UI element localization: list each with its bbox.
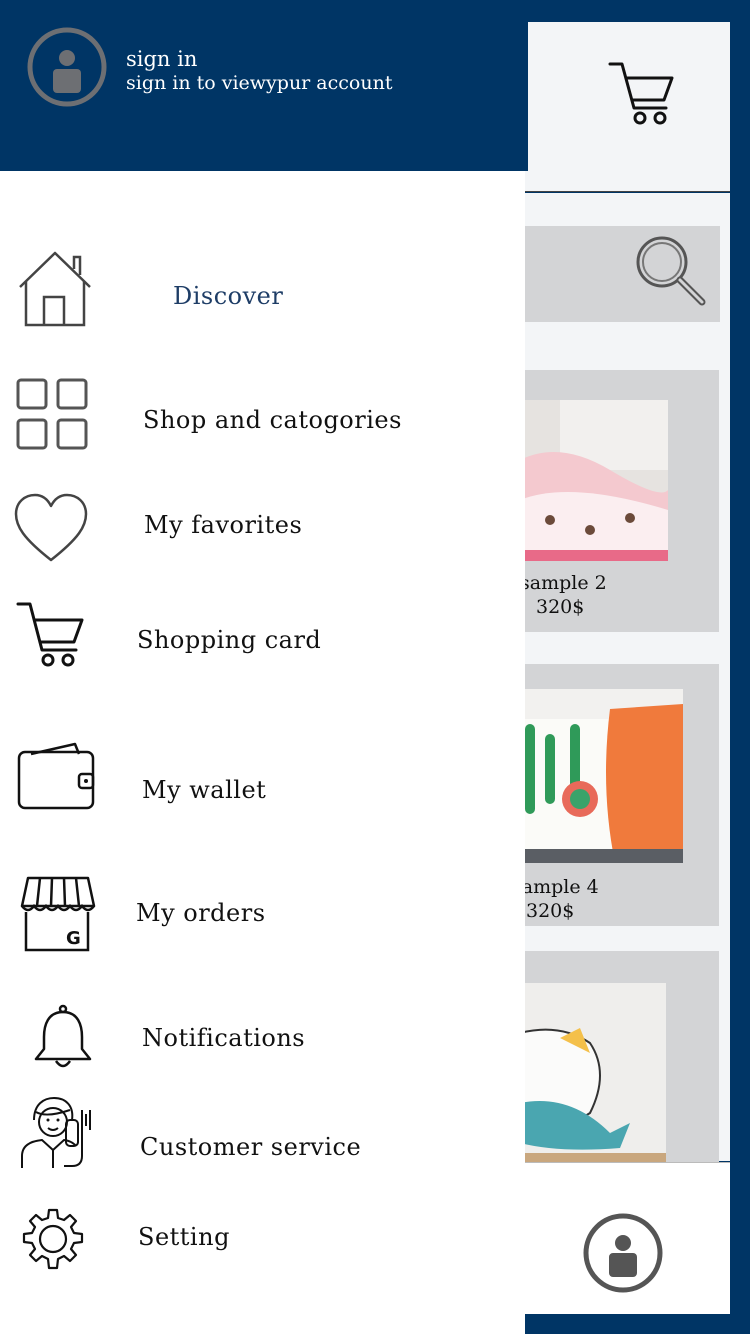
menu-item-favorites[interactable]: My favorites <box>0 488 525 578</box>
heart-icon <box>14 493 88 562</box>
menu-item-notifications[interactable]: Notifications <box>0 1000 525 1090</box>
product-image <box>520 400 668 561</box>
product-name: Product sample 4 <box>520 876 599 898</box>
product-card[interactable]: Product sample 4 320$ <box>520 664 719 926</box>
product-image <box>520 983 666 1162</box>
svg-text:G: G <box>66 928 81 949</box>
product-name: Product sample 2 <box>520 572 607 594</box>
bell-icon <box>34 1004 92 1068</box>
store-icon: G <box>20 876 96 952</box>
product-card[interactable] <box>520 951 719 1162</box>
menu-item-orders[interactable]: G My orders <box>0 874 525 964</box>
cart-icon[interactable] <box>608 60 676 128</box>
gear-icon <box>22 1208 84 1270</box>
menu-item-shop-categories[interactable]: Shop and catogories <box>0 372 525 462</box>
menu-item-wallet[interactable]: My wallet <box>0 738 525 828</box>
product-card[interactable]: Product sample 2 320$ <box>520 370 719 632</box>
menu-item-settings[interactable]: Setting <box>0 1200 525 1290</box>
grid-icon <box>16 378 88 450</box>
home-icon <box>19 251 91 327</box>
menu-label: Customer service <box>140 1133 362 1161</box>
menu-label: Shop and catogories <box>143 406 402 434</box>
user-avatar-icon[interactable] <box>26 26 108 108</box>
menu-label: Discover <box>173 282 284 310</box>
menu-label: Notifications <box>142 1024 306 1052</box>
cart-icon <box>16 602 84 667</box>
product-price: 320$ <box>536 596 585 618</box>
menu-item-discover[interactable]: Discover <box>0 245 525 335</box>
menu-label: Setting <box>138 1223 230 1251</box>
menu-label: My orders <box>136 899 266 927</box>
sign-in-title[interactable]: sign in <box>126 47 197 71</box>
product-image <box>520 689 683 863</box>
product-price: 320$ <box>526 900 575 922</box>
menu-item-customer-service[interactable]: Customer service <box>0 1094 525 1184</box>
drawer-header[interactable]: sign in sign in to viewypur account <box>0 0 528 171</box>
sign-in-subtitle: sign in to viewypur account <box>126 72 393 94</box>
menu-label: My favorites <box>144 511 303 539</box>
menu-item-shopping-cart[interactable]: Shopping card <box>0 598 525 688</box>
menu-label: My wallet <box>142 776 267 804</box>
menu-label: Shopping card <box>137 626 322 654</box>
wallet-icon <box>17 742 95 810</box>
search-icon[interactable] <box>632 234 708 310</box>
support-agent-icon <box>21 1096 91 1168</box>
profile-avatar-icon[interactable] <box>582 1212 664 1294</box>
